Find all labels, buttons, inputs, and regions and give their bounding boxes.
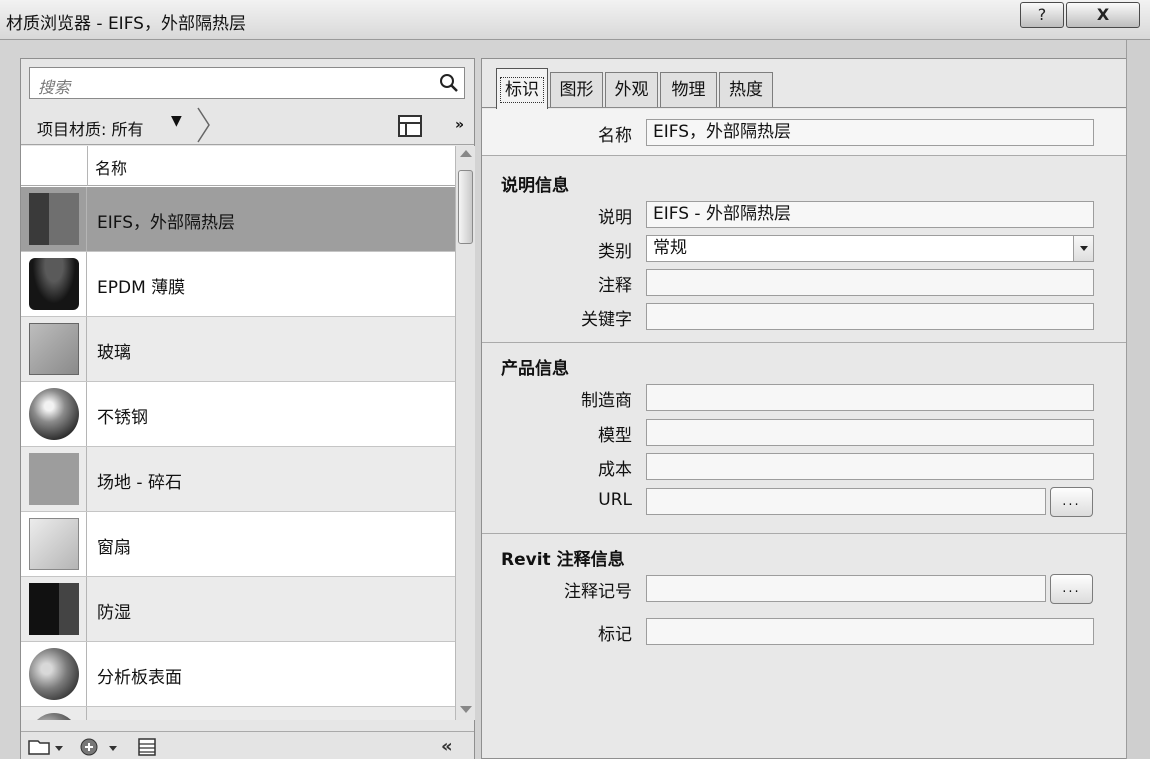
breadcrumb-chevron-icon <box>197 107 210 143</box>
divider <box>482 533 1127 534</box>
category-value: 常规 <box>653 238 687 258</box>
keynote-label: 注释记号 <box>564 582 632 602</box>
material-list: 名称 EIFS，外部隔热层 EPDM 薄膜 玻璃 不锈钢 场地 - 碎石 窗扇 … <box>21 146 455 720</box>
material-thumbnail <box>29 583 79 635</box>
tab-appearance[interactable]: 外观 <box>605 72 658 108</box>
chevron-down-icon[interactable]: ▼ <box>171 113 182 129</box>
tab-physical[interactable]: 物理 <box>660 72 717 108</box>
scroll-thumb[interactable] <box>458 170 473 244</box>
cost-field[interactable] <box>646 453 1094 480</box>
help-button[interactable]: ? <box>1020 2 1064 28</box>
tab-divider <box>482 107 1127 108</box>
section-title-description: 说明信息 <box>501 176 569 196</box>
tab-identity[interactable]: 标识 <box>496 68 548 109</box>
expand-library-icon[interactable]: » <box>455 117 464 133</box>
material-thumbnail <box>29 713 79 720</box>
manufacturer-field[interactable] <box>646 384 1094 411</box>
material-library-pane: 搜索 项目材质: 所有 ▼ » 名称 EIFS，外部隔热层 EPDM 薄膜 玻璃… <box>20 58 475 759</box>
divider <box>482 155 1127 156</box>
material-thumbnail <box>29 388 79 440</box>
search-icon[interactable] <box>438 72 460 94</box>
manufacturer-label: 制造商 <box>581 391 632 411</box>
material-thumbnail <box>29 258 79 310</box>
vertical-scrollbar[interactable] <box>455 146 475 720</box>
description-field[interactable]: EIFS - 外部隔热层 <box>646 201 1094 228</box>
name-label: 名称 <box>598 126 632 146</box>
name-field[interactable]: EIFS，外部隔热层 <box>646 119 1094 146</box>
search-input[interactable]: 搜索 <box>29 67 465 99</box>
mark-field[interactable] <box>646 618 1094 645</box>
search-placeholder: 搜索 <box>38 78 71 97</box>
material-row[interactable]: EPDM 薄膜 <box>21 252 455 317</box>
close-button[interactable]: X <box>1066 2 1140 28</box>
section-title-product: 产品信息 <box>501 359 569 379</box>
dialog-body: 搜索 项目材质: 所有 ▼ » 名称 EIFS，外部隔热层 EPDM 薄膜 玻璃… <box>0 40 1150 759</box>
window-frame <box>1126 40 1150 759</box>
project-materials-filter[interactable]: 项目材质: 所有 <box>37 116 143 140</box>
scroll-down-icon[interactable] <box>460 706 472 713</box>
material-thumbnail <box>29 518 79 570</box>
chevron-down-icon[interactable] <box>1073 236 1093 261</box>
comment-label: 注释 <box>598 276 632 296</box>
asset-browser-icon[interactable] <box>137 738 159 756</box>
url-field[interactable] <box>646 488 1046 515</box>
material-thumbnail <box>29 323 79 375</box>
material-name: 防湿 <box>97 603 131 623</box>
cost-label: 成本 <box>598 460 632 480</box>
library-toolbar: « <box>21 731 474 759</box>
material-filter-bar: 项目材质: 所有 ▼ » <box>21 107 474 145</box>
tab-graphics[interactable]: 图形 <box>550 72 603 108</box>
material-thumbnail <box>29 648 79 700</box>
material-thumbnail <box>29 453 79 505</box>
section-title-revit: Revit 注释信息 <box>501 550 625 570</box>
url-label: URL <box>598 490 632 510</box>
window-title: 材质浏览器 - EIFS，外部隔热层 <box>6 14 246 34</box>
name-column-header[interactable]: 名称 <box>95 155 127 179</box>
material-name: EIFS，外部隔热层 <box>97 213 236 233</box>
material-row[interactable]: 防湿 <box>21 577 455 642</box>
title-bar: 材质浏览器 - EIFS，外部隔热层 ? X <box>0 0 1150 40</box>
material-row[interactable]: EIFS，外部隔热层 <box>21 187 455 252</box>
material-editor-pane: 标识 图形 外观 物理 热度 名称 EIFS，外部隔热层 说明信息 说明 EIF… <box>481 58 1127 759</box>
material-row[interactable]: 窗扇 <box>21 512 455 577</box>
create-material-icon[interactable] <box>79 738 123 756</box>
keywords-field[interactable] <box>646 303 1094 330</box>
column-divider <box>87 146 88 186</box>
model-field[interactable] <box>646 419 1094 446</box>
material-name: EPDM 薄膜 <box>97 278 186 298</box>
material-name: 不锈钢 <box>97 408 148 428</box>
material-row[interactable]: 玻璃 <box>21 317 455 382</box>
list-header: 名称 <box>21 146 455 186</box>
material-name: 玻璃 <box>97 343 131 363</box>
material-rows: EIFS，外部隔热层 EPDM 薄膜 玻璃 不锈钢 场地 - 碎石 窗扇 防湿 … <box>21 187 455 720</box>
category-label: 类别 <box>598 242 632 262</box>
material-name: 窗扇 <box>97 538 131 558</box>
material-name: 场地 - 碎石 <box>97 473 182 493</box>
mark-label: 标记 <box>598 625 632 645</box>
material-thumbnail <box>29 193 79 245</box>
model-label: 模型 <box>598 426 632 446</box>
keynote-field[interactable] <box>646 575 1046 602</box>
material-row[interactable]: 分析板表面 <box>21 642 455 707</box>
comment-field[interactable] <box>646 269 1094 296</box>
material-row[interactable]: 不锈钢 <box>21 382 455 447</box>
name-row: 名称 EIFS，外部隔热层 <box>482 109 1127 155</box>
category-select[interactable]: 常规 <box>646 235 1094 262</box>
keywords-label: 关键字 <box>581 310 632 330</box>
scroll-up-icon[interactable] <box>460 150 472 157</box>
tab-thermal[interactable]: 热度 <box>719 72 773 108</box>
material-row[interactable] <box>21 707 455 720</box>
description-label: 说明 <box>598 208 632 228</box>
material-row[interactable]: 场地 - 碎石 <box>21 447 455 512</box>
keynote-browse-button[interactable]: ... <box>1050 574 1093 604</box>
url-browse-button[interactable]: ... <box>1050 487 1093 517</box>
collapse-icon[interactable]: « <box>441 736 453 757</box>
view-layout-icon[interactable] <box>398 115 422 137</box>
open-library-icon[interactable] <box>27 738 67 756</box>
material-name: 分析板表面 <box>97 668 182 688</box>
divider <box>482 342 1127 343</box>
